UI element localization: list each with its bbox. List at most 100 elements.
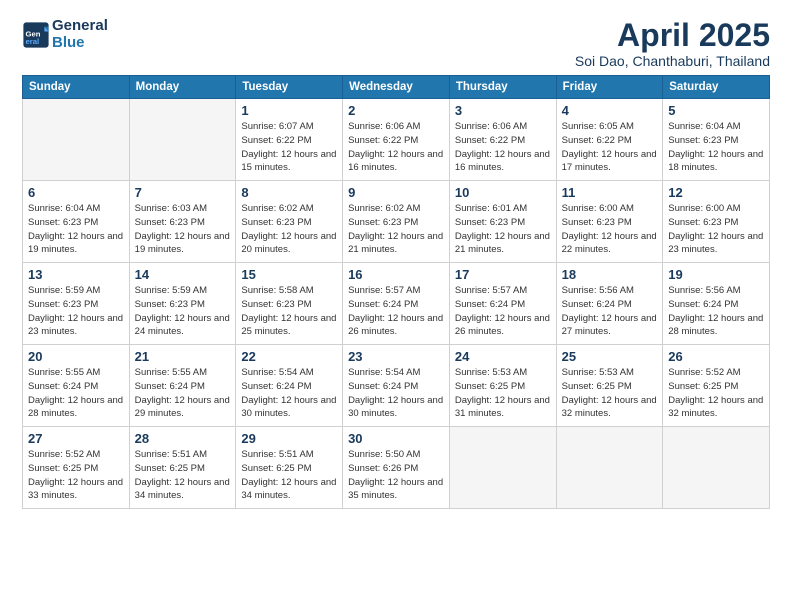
weekday-header-row: Sunday Monday Tuesday Wednesday Thursday…	[23, 76, 770, 99]
calendar-cell: 14 Sunrise: 5:59 AM Sunset: 6:23 PM Dayli…	[129, 263, 236, 345]
calendar-cell: 3Sunrise: 6:06 AM Sunset: 6:22 PM Daylig…	[449, 99, 556, 181]
calendar-week-row: 27Sunrise: 5:52 AM Sunset: 6:25 PM Dayli…	[23, 427, 770, 509]
day-number: 28	[135, 431, 231, 446]
calendar-cell: 11 Sunrise: 6:00 AM Sunset: 6:23 PM Dayli…	[556, 181, 663, 263]
calendar-cell: 24 Sunrise: 5:53 AM Sunset: 6:25 PM Dayli…	[449, 345, 556, 427]
day-info: Sunrise: 6:04 AM Sunset: 6:23 PM Dayligh…	[28, 202, 124, 257]
day-info: Sunrise: 6:07 AM Sunset: 6:22 PM Dayligh…	[241, 120, 337, 175]
logo: Gen eral General Blue	[22, 18, 108, 51]
calendar-cell	[129, 99, 236, 181]
calendar-cell: 5Sunrise: 6:04 AM Sunset: 6:23 PM Daylig…	[663, 99, 770, 181]
day-number: 26	[668, 349, 764, 364]
day-info: Sunrise: 6:00 AM Sunset: 6:23 PM Dayligh…	[562, 202, 658, 257]
calendar-cell	[449, 427, 556, 509]
day-number: 7	[135, 185, 231, 200]
day-number: 30	[348, 431, 444, 446]
day-number: 22	[241, 349, 337, 364]
header-monday: Monday	[129, 76, 236, 99]
calendar-cell: 2 Sunrise: 6:06 AM Sunset: 6:22 PM Daylig…	[343, 99, 450, 181]
day-number: 14	[135, 267, 231, 282]
day-number: 19	[668, 267, 764, 282]
day-number: 9	[348, 185, 444, 200]
header-thursday: Thursday	[449, 76, 556, 99]
day-info: Sunrise: 5:56 AM Sunset: 6:24 PM Dayligh…	[668, 284, 764, 339]
calendar-cell: 4Sunrise: 6:05 AM Sunset: 6:22 PM Daylig…	[556, 99, 663, 181]
calendar-cell: 30 Sunrise: 5:50 AM Sunset: 6:26 PM Dayli…	[343, 427, 450, 509]
logo-text: General Blue	[52, 18, 108, 51]
day-info: Sunrise: 5:55 AM Sunset: 6:24 PM Dayligh…	[28, 366, 124, 421]
header-sunday: Sunday	[23, 76, 130, 99]
calendar-cell: 15 Sunrise: 5:58 AM Sunset: 6:23 PM Dayli…	[236, 263, 343, 345]
calendar-cell: 17 Sunrise: 5:57 AM Sunset: 6:24 PM Dayli…	[449, 263, 556, 345]
header-tuesday: Tuesday	[236, 76, 343, 99]
calendar-cell: 9 Sunrise: 6:02 AM Sunset: 6:23 PM Daylig…	[343, 181, 450, 263]
header: Gen eral General Blue April 2025 Soi Dao…	[22, 18, 770, 69]
day-info: Sunrise: 5:54 AM Sunset: 6:24 PM Dayligh…	[348, 366, 444, 421]
header-saturday: Saturday	[663, 76, 770, 99]
day-number: 12	[668, 185, 764, 200]
day-number: 1	[241, 103, 337, 118]
day-info: Sunrise: 5:57 AM Sunset: 6:24 PM Dayligh…	[348, 284, 444, 339]
logo-line2: Blue	[52, 35, 108, 52]
calendar-cell: 28 Sunrise: 5:51 AM Sunset: 6:25 PM Dayli…	[129, 427, 236, 509]
day-number: 8	[241, 185, 337, 200]
calendar-cell: 25Sunrise: 5:53 AM Sunset: 6:25 PM Dayli…	[556, 345, 663, 427]
calendar-cell: 20 Sunrise: 5:55 AM Sunset: 6:24 PM Dayli…	[23, 345, 130, 427]
calendar-cell: 13 Sunrise: 5:59 AM Sunset: 6:23 PM Dayli…	[23, 263, 130, 345]
day-info: Sunrise: 6:06 AM Sunset: 6:22 PM Dayligh…	[348, 120, 444, 175]
day-number: 10	[455, 185, 551, 200]
day-number: 13	[28, 267, 124, 282]
day-number: 6	[28, 185, 124, 200]
day-number: 17	[455, 267, 551, 282]
day-info: Sunrise: 5:52 AM Sunset: 6:25 PM Dayligh…	[668, 366, 764, 421]
svg-text:eral: eral	[26, 37, 40, 46]
day-number: 2	[348, 103, 444, 118]
main-title: April 2025	[575, 18, 770, 53]
page: Gen eral General Blue April 2025 Soi Dao…	[0, 0, 792, 612]
calendar-cell: 18Sunrise: 5:56 AM Sunset: 6:24 PM Dayli…	[556, 263, 663, 345]
title-block: April 2025 Soi Dao, Chanthaburi, Thailan…	[575, 18, 770, 69]
day-number: 11	[562, 185, 658, 200]
day-info: Sunrise: 6:02 AM Sunset: 6:23 PM Dayligh…	[348, 202, 444, 257]
day-info: Sunrise: 5:55 AM Sunset: 6:24 PM Dayligh…	[135, 366, 231, 421]
day-number: 27	[28, 431, 124, 446]
day-info: Sunrise: 6:01 AM Sunset: 6:23 PM Dayligh…	[455, 202, 551, 257]
calendar-cell: 7 Sunrise: 6:03 AM Sunset: 6:23 PM Daylig…	[129, 181, 236, 263]
day-number: 24	[455, 349, 551, 364]
day-info: Sunrise: 5:51 AM Sunset: 6:25 PM Dayligh…	[241, 448, 337, 503]
logo-icon: Gen eral	[22, 21, 50, 49]
calendar-week-row: 1 Sunrise: 6:07 AM Sunset: 6:22 PM Daylig…	[23, 99, 770, 181]
calendar-cell: 12 Sunrise: 6:00 AM Sunset: 6:23 PM Dayli…	[663, 181, 770, 263]
day-info: Sunrise: 6:03 AM Sunset: 6:23 PM Dayligh…	[135, 202, 231, 257]
calendar-cell	[23, 99, 130, 181]
day-info: Sunrise: 6:05 AM Sunset: 6:22 PM Dayligh…	[562, 120, 658, 175]
calendar-cell: 26 Sunrise: 5:52 AM Sunset: 6:25 PM Dayli…	[663, 345, 770, 427]
calendar-cell: 21 Sunrise: 5:55 AM Sunset: 6:24 PM Dayli…	[129, 345, 236, 427]
calendar-cell: 23Sunrise: 5:54 AM Sunset: 6:24 PM Dayli…	[343, 345, 450, 427]
day-info: Sunrise: 5:53 AM Sunset: 6:25 PM Dayligh…	[455, 366, 551, 421]
header-wednesday: Wednesday	[343, 76, 450, 99]
calendar-cell: 29Sunrise: 5:51 AM Sunset: 6:25 PM Dayli…	[236, 427, 343, 509]
calendar-cell: 6 Sunrise: 6:04 AM Sunset: 6:23 PM Daylig…	[23, 181, 130, 263]
day-info: Sunrise: 5:51 AM Sunset: 6:25 PM Dayligh…	[135, 448, 231, 503]
day-info: Sunrise: 5:53 AM Sunset: 6:25 PM Dayligh…	[562, 366, 658, 421]
day-info: Sunrise: 5:57 AM Sunset: 6:24 PM Dayligh…	[455, 284, 551, 339]
day-info: Sunrise: 6:02 AM Sunset: 6:23 PM Dayligh…	[241, 202, 337, 257]
day-number: 15	[241, 267, 337, 282]
calendar: Sunday Monday Tuesday Wednesday Thursday…	[22, 75, 770, 509]
day-info: Sunrise: 5:56 AM Sunset: 6:24 PM Dayligh…	[562, 284, 658, 339]
day-number: 21	[135, 349, 231, 364]
day-info: Sunrise: 5:50 AM Sunset: 6:26 PM Dayligh…	[348, 448, 444, 503]
logo-line1: General	[52, 18, 108, 35]
calendar-week-row: 13 Sunrise: 5:59 AM Sunset: 6:23 PM Dayli…	[23, 263, 770, 345]
calendar-cell: 1 Sunrise: 6:07 AM Sunset: 6:22 PM Daylig…	[236, 99, 343, 181]
day-info: Sunrise: 5:59 AM Sunset: 6:23 PM Dayligh…	[28, 284, 124, 339]
day-info: Sunrise: 5:58 AM Sunset: 6:23 PM Dayligh…	[241, 284, 337, 339]
calendar-cell: 16Sunrise: 5:57 AM Sunset: 6:24 PM Dayli…	[343, 263, 450, 345]
day-number: 20	[28, 349, 124, 364]
calendar-cell	[556, 427, 663, 509]
calendar-cell	[663, 427, 770, 509]
calendar-cell: 27Sunrise: 5:52 AM Sunset: 6:25 PM Dayli…	[23, 427, 130, 509]
day-info: Sunrise: 6:00 AM Sunset: 6:23 PM Dayligh…	[668, 202, 764, 257]
day-info: Sunrise: 5:59 AM Sunset: 6:23 PM Dayligh…	[135, 284, 231, 339]
